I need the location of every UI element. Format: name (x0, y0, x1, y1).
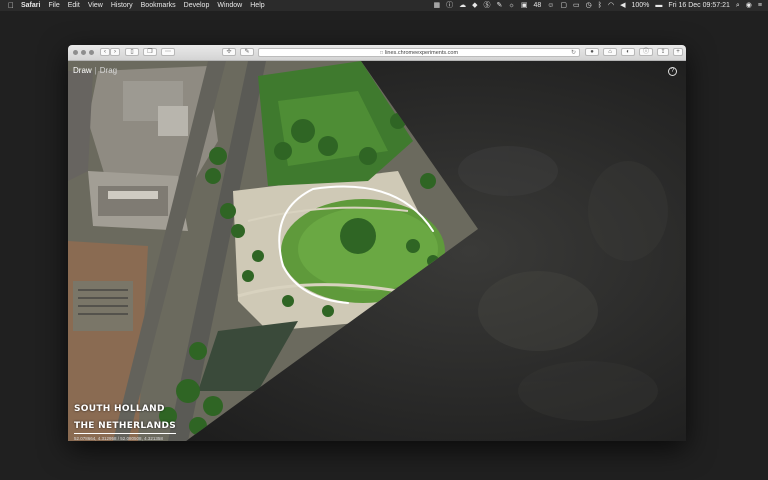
browser-toolbar: ‹ › ▯ ❐ ⋯ ✢ ✎ □ lines.chromeexperiments.c… (68, 45, 686, 61)
extension-info-button[interactable]: ⓘ (639, 48, 653, 56)
sidebar-button[interactable]: ▯ (125, 48, 139, 56)
location-region: SOUTH HOLLAND (74, 404, 165, 414)
new-tab-button[interactable]: + (673, 48, 683, 56)
bookmarks-button[interactable]: ⋯ (161, 48, 175, 56)
bluetooth-icon[interactable]: ᛒ (598, 0, 602, 11)
menu-help[interactable]: Help (250, 0, 264, 11)
menu-history[interactable]: History (111, 0, 133, 11)
menu-edit[interactable]: Edit (68, 0, 80, 11)
mode-switcher: Draw | Drag (73, 66, 117, 75)
location-label: SOUTH HOLLAND THE NETHERLANDS 52.078664,… (74, 404, 177, 441)
skype-icon[interactable]: Ⓢ (484, 0, 491, 11)
drag-mode-link[interactable]: Drag (100, 66, 117, 75)
extension-pin-button[interactable]: ✢ (222, 48, 236, 56)
extension-1password-button[interactable]: ● (585, 48, 599, 56)
info-icon[interactable]: ⓘ (446, 0, 453, 11)
extension-pocket-button[interactable]: ⌂ (603, 48, 617, 56)
menu-safari[interactable]: Safari (21, 0, 40, 11)
location-coordinates: 52.078664, 4.312958 / 52.080508, 4.32135… (74, 436, 163, 441)
map-canvas[interactable]: Draw | Drag ? SOUTH HOLLAND THE NETHERLAND… (68, 61, 686, 441)
brightness-icon[interactable]: ☼ (508, 0, 514, 11)
address-bar[interactable]: □ lines.chromeexperiments.com ↻ (258, 48, 580, 57)
search-icon[interactable]: ⌕ (736, 0, 740, 11)
satellite-map (68, 61, 686, 441)
airplay-icon[interactable]: ▭ (573, 0, 580, 11)
url-text: lines.chromeexperiments.com (384, 50, 459, 56)
volume-icon[interactable]: ◀ (620, 0, 625, 11)
menu-bar:  Safari File Edit View History Bookmark… (0, 0, 768, 11)
box-icon[interactable]: ▢ (560, 0, 567, 11)
zoom-window-button[interactable] (89, 50, 94, 55)
apple-icon[interactable]:  (8, 0, 14, 11)
location-country: THE NETHERLANDS (74, 421, 177, 434)
menu-bookmarks[interactable]: Bookmarks (141, 0, 176, 11)
help-button[interactable]: ? (668, 67, 677, 76)
evernote-icon[interactable]: ✎ (497, 0, 503, 11)
dropbox-icon[interactable]: ◆ (472, 0, 477, 11)
reload-icon[interactable]: ↻ (571, 49, 576, 57)
lock-icon: □ (379, 50, 383, 56)
tray-icon[interactable]: ▦ (434, 0, 441, 11)
menu-view[interactable]: View (88, 0, 103, 11)
menu-file[interactable]: File (48, 0, 59, 11)
battery-percent[interactable]: 100% (631, 0, 649, 11)
user-icon[interactable]: ☺ (547, 0, 554, 11)
status-area: ▦ ⓘ ☁ ◆ Ⓢ ✎ ☼ ▣ 48 ☺ ▢ ▭ ◷ ᛒ ◠ ◀ 100% ▬ … (428, 0, 762, 11)
menu-develop[interactable]: Develop (184, 0, 210, 11)
wifi-icon[interactable]: ◠ (608, 0, 614, 11)
share-button[interactable]: ⇪ (657, 48, 669, 56)
extension-adblock-button[interactable]: ◐ (621, 48, 635, 56)
tabs-overview-button[interactable]: ❐ (143, 48, 157, 56)
cloud-icon[interactable]: ☁ (459, 0, 466, 11)
menu-window[interactable]: Window (217, 0, 242, 11)
minimize-window-button[interactable] (81, 50, 86, 55)
back-button[interactable]: ‹ (100, 48, 110, 56)
window-icon[interactable]: ▣ (521, 0, 528, 11)
notifications-icon[interactable]: ≡ (758, 0, 762, 11)
close-window-button[interactable] (73, 50, 78, 55)
status-number[interactable]: 48 (533, 0, 541, 11)
forward-button[interactable]: › (110, 48, 120, 56)
siri-icon[interactable]: ◉ (746, 0, 752, 11)
clock[interactable]: Fri 16 Dec 09:57:21 (668, 0, 729, 11)
draw-mode-link[interactable]: Draw (73, 66, 92, 75)
battery-icon[interactable]: ▬ (655, 0, 662, 11)
timemachine-icon[interactable]: ◷ (586, 0, 592, 11)
extension-reader-button[interactable]: ✎ (240, 48, 254, 56)
browser-window: ‹ › ▯ ❐ ⋯ ✢ ✎ □ lines.chromeexperiments.c… (68, 45, 686, 441)
nav-separator: | (94, 66, 97, 75)
